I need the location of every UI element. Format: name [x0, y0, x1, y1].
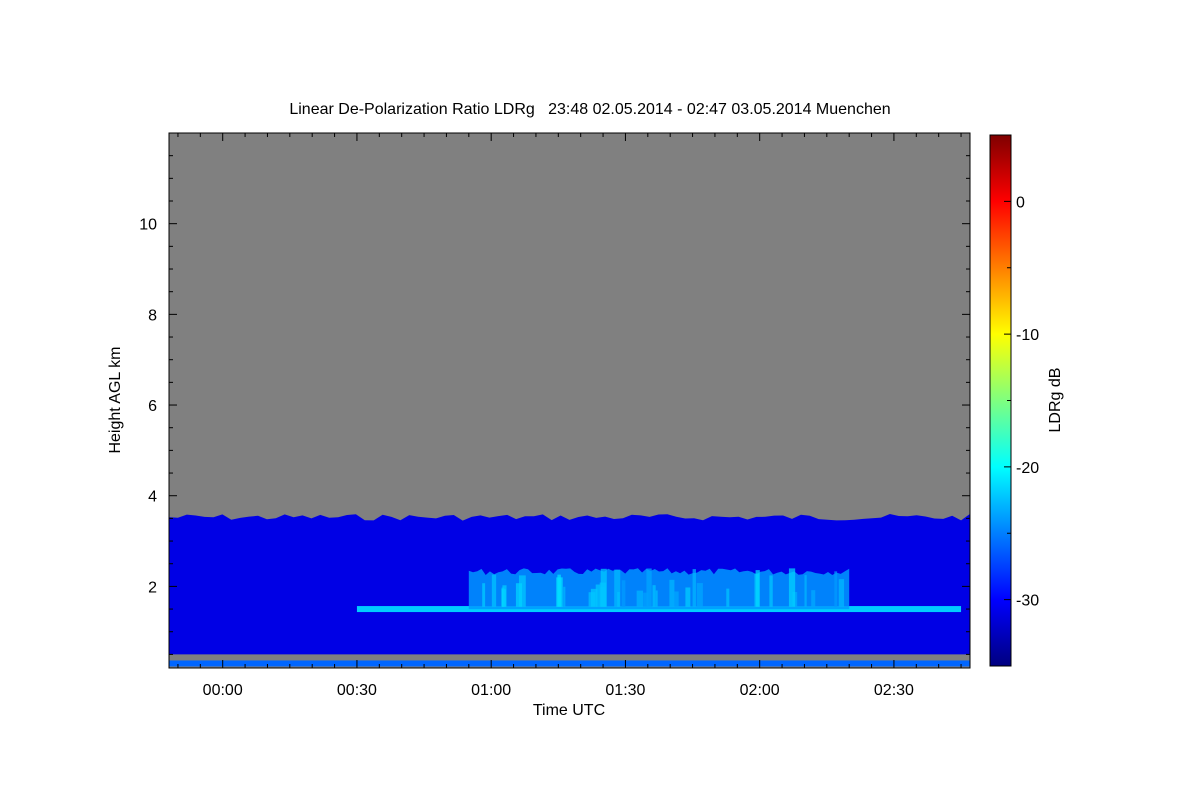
heatmap-plume-streak — [769, 575, 773, 607]
y-tick-label: 2 — [148, 579, 157, 596]
heatmap-plume-streak — [491, 574, 497, 607]
heatmap-plume-streak — [685, 587, 691, 607]
x-tick-label: 00:00 — [203, 682, 243, 699]
colorbar-tick-label: -30 — [1016, 593, 1039, 610]
heatmap-plume-streak — [838, 579, 845, 607]
heatmap-plume-streak — [804, 575, 807, 607]
y-tick-label: 6 — [148, 398, 157, 415]
heatmap-plume-streak — [696, 583, 703, 607]
ldr-chart: Linear De-Polarization Ratio LDRg 23:48 … — [107, 101, 1064, 719]
heatmap-plume-streak — [636, 590, 644, 607]
colorbar-label: LDRg dB — [1047, 368, 1064, 433]
heatmap-plume-streak — [643, 592, 649, 607]
heatmap-plume-streak — [595, 584, 601, 607]
colorbar-tick-label: 0 — [1016, 194, 1025, 211]
heatmap-plume-streak — [563, 586, 566, 607]
y-tick-label: 4 — [148, 489, 157, 506]
heatmap-plume-streak — [652, 585, 656, 607]
heatmap-plume-streak — [834, 571, 838, 607]
x-tick-label: 02:30 — [874, 682, 914, 699]
heatmap-plume-streak — [669, 579, 675, 607]
x-tick-label: 00:30 — [337, 682, 377, 699]
heatmap-plume-streak — [811, 590, 816, 607]
heatmap-plume-streak — [556, 577, 563, 607]
heatmap-plume-streak — [614, 569, 621, 607]
heatmap-plume-streak — [726, 588, 730, 607]
heatmap-plume-streak — [755, 570, 760, 607]
heatmap-plume-streak — [788, 568, 796, 607]
heatmap-plume-streak — [655, 590, 658, 607]
colorbar-tick-label: -10 — [1016, 327, 1039, 344]
chart-title: Linear De-Polarization Ratio LDRg 23:48 … — [289, 101, 890, 118]
heatmap-plume-streak — [674, 591, 679, 607]
heatmap-near-ground-layer — [169, 660, 970, 667]
x-axis-label: Time UTC — [533, 702, 605, 719]
heatmap-plume-streak — [600, 568, 607, 607]
x-tick-label: 02:00 — [740, 682, 780, 699]
heatmap-plume-streak — [515, 583, 523, 607]
y-tick-label: 10 — [139, 217, 157, 234]
y-tick-label: 8 — [148, 307, 157, 324]
x-tick-label: 01:30 — [605, 682, 645, 699]
heatmap-plume-streak — [502, 585, 507, 607]
heatmap-plume-streak — [482, 583, 486, 607]
colorbar-tick-label: -20 — [1016, 460, 1039, 477]
y-axis-label: Height AGL km — [107, 346, 124, 453]
x-tick-label: 01:00 — [471, 682, 511, 699]
heatmap-plume-streak — [692, 569, 696, 607]
heatmap-plume-streak — [621, 580, 626, 607]
heatmap-layers — [169, 513, 970, 667]
